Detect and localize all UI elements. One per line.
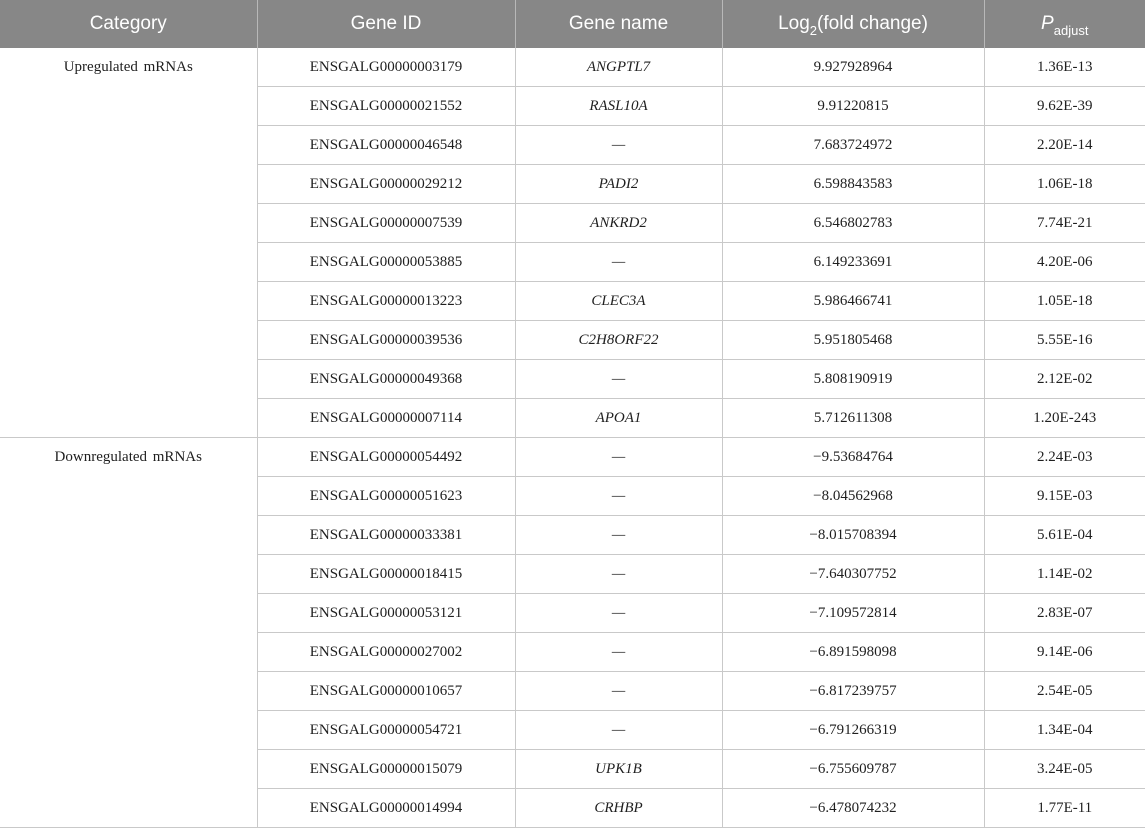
- category-cell: Upregulated mRNAs: [0, 48, 257, 438]
- gene-name-cell: —: [514, 593, 722, 633]
- log2-fold-change-cell: 5.951805468: [721, 320, 984, 360]
- gene-name-cell: CRHBP: [514, 788, 722, 828]
- gene-id-cell: ENSGALG00000053885: [256, 242, 515, 282]
- gene-id-cell: ENSGALG00000007114: [256, 398, 515, 438]
- log2-fold-change-cell: −6.891598098: [721, 632, 984, 672]
- header-log2-suffix: (fold change): [817, 13, 928, 34]
- gene-id-cell: ENSGALG00000029212: [256, 164, 515, 204]
- header-gene-name: Gene name: [514, 0, 722, 48]
- log2-fold-change-cell: 9.91220815: [721, 86, 984, 126]
- gene-name-cell: ANKRD2: [514, 203, 722, 243]
- gene-name-cell: ANGPTL7: [514, 48, 722, 87]
- gene-name-cell: —: [514, 359, 722, 399]
- p-adjust-cell: 1.20E-243: [983, 398, 1145, 438]
- p-adjust-cell: 7.74E-21: [983, 203, 1145, 243]
- p-adjust-cell: 2.20E-14: [983, 125, 1145, 165]
- gene-id-cell: ENSGALG00000033381: [256, 515, 515, 555]
- gene-name-cell: —: [514, 125, 722, 165]
- header-category: Category: [0, 0, 257, 48]
- table-row: Upregulated mRNAs ENSGALG00000003179 ANGPT…: [0, 48, 1145, 438]
- p-adjust-cell: 1.06E-18: [983, 164, 1145, 204]
- gene-id-cell: ENSGALG00000051623: [256, 476, 515, 516]
- log2-fold-change-cell: −7.640307752: [721, 554, 984, 594]
- p-adjust-cell: 5.55E-16: [983, 320, 1145, 360]
- gene-id-cell: ENSGALG00000018415: [256, 554, 515, 594]
- gene-name-cell: —: [514, 242, 722, 282]
- gene-id-cell: ENSGALG00000054721: [256, 710, 515, 750]
- log2-fold-change-cell: 5.986466741: [721, 281, 984, 321]
- log2-fold-change-cell: −6.755609787: [721, 749, 984, 789]
- gene-id-cell: ENSGALG00000007539: [256, 203, 515, 243]
- gene-id-cell: ENSGALG00000021552: [256, 86, 515, 126]
- header-log2-fold-change: Log2(fold change): [721, 0, 984, 48]
- p-adjust-cell: 3.24E-05: [983, 749, 1145, 789]
- gene-name-cell: —: [514, 515, 722, 555]
- log2-fold-change-cell: −9.53684764: [721, 437, 984, 477]
- p-adjust-cell: 1.77E-11: [983, 788, 1145, 828]
- log2-fold-change-cell: 6.598843583: [721, 164, 984, 204]
- log2-fold-change-cell: 5.808190919: [721, 359, 984, 399]
- gene-id-cell: ENSGALG00000053121: [256, 593, 515, 633]
- log2-fold-change-cell: 5.712611308: [721, 398, 984, 438]
- log2-fold-change-cell: 6.546802783: [721, 203, 984, 243]
- header-p-symbol: P: [1041, 13, 1054, 34]
- gene-id-cell: ENSGALG00000027002: [256, 632, 515, 672]
- header-p-adjust: Padjust: [983, 0, 1145, 48]
- gene-id-cell: ENSGALG00000015079: [256, 749, 515, 789]
- p-adjust-cell: 5.61E-04: [983, 515, 1145, 555]
- p-adjust-cell: 2.24E-03: [983, 437, 1145, 477]
- p-adjust-cell: 2.12E-02: [983, 359, 1145, 399]
- log2-fold-change-cell: −8.015708394: [721, 515, 984, 555]
- p-adjust-cell: 4.20E-06: [983, 242, 1145, 282]
- p-adjust-cell: 1.34E-04: [983, 710, 1145, 750]
- gene-id-cell: ENSGALG00000014994: [256, 788, 515, 828]
- gene-name-cell: UPK1B: [514, 749, 722, 789]
- header-log2-prefix: Log: [778, 13, 810, 34]
- gene-name-cell: —: [514, 554, 722, 594]
- gene-name-cell: —: [514, 710, 722, 750]
- header-p-subscript: adjust: [1053, 23, 1089, 38]
- header-log2-subscript: 2: [809, 23, 818, 38]
- log2-fold-change-cell: −8.04562968: [721, 476, 984, 516]
- gene-name-cell: PADI2: [514, 164, 722, 204]
- gene-name-cell: APOA1: [514, 398, 722, 438]
- category-cell: Downregulated mRNAs: [0, 437, 257, 828]
- header-gene-id: Gene ID: [256, 0, 515, 48]
- gene-id-cell: ENSGALG00000010657: [256, 671, 515, 711]
- gene-name-cell: RASL10A: [514, 86, 722, 126]
- gene-id-cell: ENSGALG00000039536: [256, 320, 515, 360]
- log2-fold-change-cell: 6.149233691: [721, 242, 984, 282]
- gene-name-cell: —: [514, 632, 722, 672]
- gene-id-cell: ENSGALG00000054492: [256, 437, 515, 477]
- p-adjust-cell: 2.54E-05: [983, 671, 1145, 711]
- log2-fold-change-cell: 9.927928964: [721, 48, 984, 87]
- p-adjust-cell: 1.36E-13: [983, 48, 1145, 87]
- table-header: Category Gene ID Gene name Log2(fold cha…: [0, 0, 1145, 48]
- gene-id-cell: ENSGALG00000003179: [256, 48, 515, 87]
- gene-name-cell: C2H8ORF22: [514, 320, 722, 360]
- table-row: Downregulated mRNAs ENSGALG00000054492— −9…: [0, 437, 1145, 828]
- gene-id-cell: ENSGALG00000046548: [256, 125, 515, 165]
- p-adjust-cell: 9.15E-03: [983, 476, 1145, 516]
- gene-id-cell: ENSGALG00000049368: [256, 359, 515, 399]
- log2-fold-change-cell: −6.478074232: [721, 788, 984, 828]
- log2-fold-change-cell: −6.791266319: [721, 710, 984, 750]
- table-body: Upregulated mRNAs ENSGALG00000003179 ANGPT…: [0, 48, 1145, 828]
- log2-fold-change-cell: −7.109572814: [721, 593, 984, 633]
- log2-fold-change-cell: 7.683724972: [721, 125, 984, 165]
- header-row: Category Gene ID Gene name Log2(fold cha…: [0, 0, 1145, 48]
- gene-name-cell: —: [514, 476, 722, 516]
- gene-id-cell: ENSGALG00000013223: [256, 281, 515, 321]
- gene-name-cell: —: [514, 671, 722, 711]
- gene-name-cell: CLEC3A: [514, 281, 722, 321]
- gene-name-cell: —: [514, 437, 722, 477]
- gene-expression-table: Category Gene ID Gene name Log2(fold cha…: [0, 0, 1145, 828]
- p-adjust-cell: 9.14E-06: [983, 632, 1145, 672]
- log2-fold-change-cell: −6.817239757: [721, 671, 984, 711]
- p-adjust-cell: 1.05E-18: [983, 281, 1145, 321]
- p-adjust-cell: 1.14E-02: [983, 554, 1145, 594]
- p-adjust-cell: 2.83E-07: [983, 593, 1145, 633]
- p-adjust-cell: 9.62E-39: [983, 86, 1145, 126]
